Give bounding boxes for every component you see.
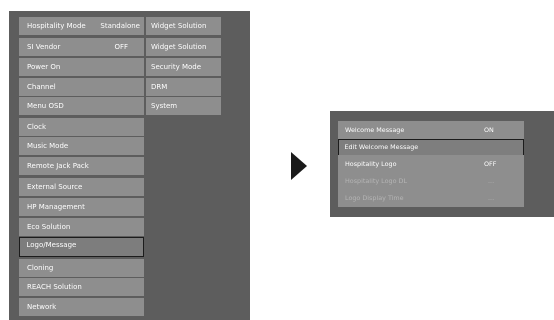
menu-item-label: Eco Solution xyxy=(27,223,71,231)
menu-item-widget-solution-1[interactable]: Widget Solution xyxy=(146,17,221,35)
menu-item-widget-solution-2[interactable]: Widget Solution xyxy=(146,38,221,56)
menu-item-system[interactable]: System xyxy=(146,97,221,115)
menu-item-music-mode[interactable]: Music Mode xyxy=(19,137,144,155)
menu-item-eco-solution[interactable]: Eco Solution xyxy=(19,218,144,236)
menu-item-si-vendor[interactable]: SI Vendor OFF xyxy=(19,38,144,56)
menu-item-label: SI Vendor xyxy=(27,43,61,51)
submenu-item-value: ... xyxy=(488,177,495,185)
menu-item-label: Widget Solution xyxy=(151,22,207,30)
menu-item-label: REACH Solution xyxy=(27,283,82,291)
menu-item-label: Channel xyxy=(27,83,56,91)
menu-item-label: Security Mode xyxy=(151,63,202,71)
submenu-item-hospitality-logo[interactable]: Hospitality Logo OFF xyxy=(338,155,524,173)
submenu-item-value: OFF xyxy=(484,160,497,168)
submenu-item-value: ... xyxy=(488,194,495,202)
right-arrow-icon xyxy=(291,152,307,180)
menu-item-label: Widget Solution xyxy=(151,43,207,51)
submenu-item-hospitality-logo-dl: Hospitality Logo DL ... xyxy=(338,172,524,190)
submenu-item-label: Welcome Message xyxy=(345,126,405,134)
menu-item-hp-management[interactable]: HP Management xyxy=(19,198,144,216)
menu-item-security-mode[interactable]: Security Mode xyxy=(146,58,221,76)
submenu-item-label: Hospitality Logo xyxy=(345,160,397,168)
menu-item-cloning[interactable]: Cloning xyxy=(19,259,144,277)
menu-item-network[interactable]: Network xyxy=(19,298,144,316)
menu-item-external-source[interactable]: External Source xyxy=(19,178,144,196)
menu-item-value: OFF xyxy=(114,43,128,51)
menu-item-label: Power On xyxy=(27,63,61,71)
menu-item-channel[interactable]: Channel xyxy=(19,78,144,96)
submenu-item-value: ON xyxy=(484,126,494,134)
menu-item-label: External Source xyxy=(27,183,83,191)
menu-item-drm[interactable]: DRM xyxy=(146,78,221,96)
menu-item-remote-jack-pack[interactable]: Remote Jack Pack xyxy=(19,157,144,175)
menu-item-label: Music Mode xyxy=(27,142,69,150)
menu-item-label: Hospitality Mode xyxy=(27,22,86,30)
menu-item-label: Logo/Message xyxy=(26,241,77,249)
menu-item-logo-message[interactable]: Logo/Message xyxy=(19,237,144,257)
menu-item-label: Clock xyxy=(27,123,47,131)
submenu-item-logo-display-time: Logo Display Time ... xyxy=(338,189,524,207)
menu-item-label: DRM xyxy=(151,83,168,91)
menu-item-menu-osd[interactable]: Menu OSD xyxy=(19,97,144,115)
menu-item-power-on[interactable]: Power On xyxy=(19,58,144,76)
submenu-item-label: Edit Welcome Message xyxy=(344,143,419,151)
menu-item-value: Standalone xyxy=(100,22,140,30)
menu-item-label: Remote Jack Pack xyxy=(27,162,89,170)
menu-item-hospitality-mode[interactable]: Hospitality Mode Standalone xyxy=(19,17,144,35)
submenu-item-label: Hospitality Logo DL xyxy=(345,177,408,185)
menu-item-label: HP Management xyxy=(27,203,85,211)
menu-item-label: Cloning xyxy=(27,264,54,272)
submenu-item-label: Logo Display Time xyxy=(345,194,404,202)
menu-item-clock[interactable]: Clock xyxy=(19,118,144,136)
menu-item-label: System xyxy=(151,102,178,110)
submenu-item-welcome-message[interactable]: Welcome Message ON xyxy=(338,121,524,139)
menu-item-label: Menu OSD xyxy=(27,102,64,110)
menu-item-label: Network xyxy=(27,303,57,311)
menu-item-reach-solution[interactable]: REACH Solution xyxy=(19,278,144,296)
